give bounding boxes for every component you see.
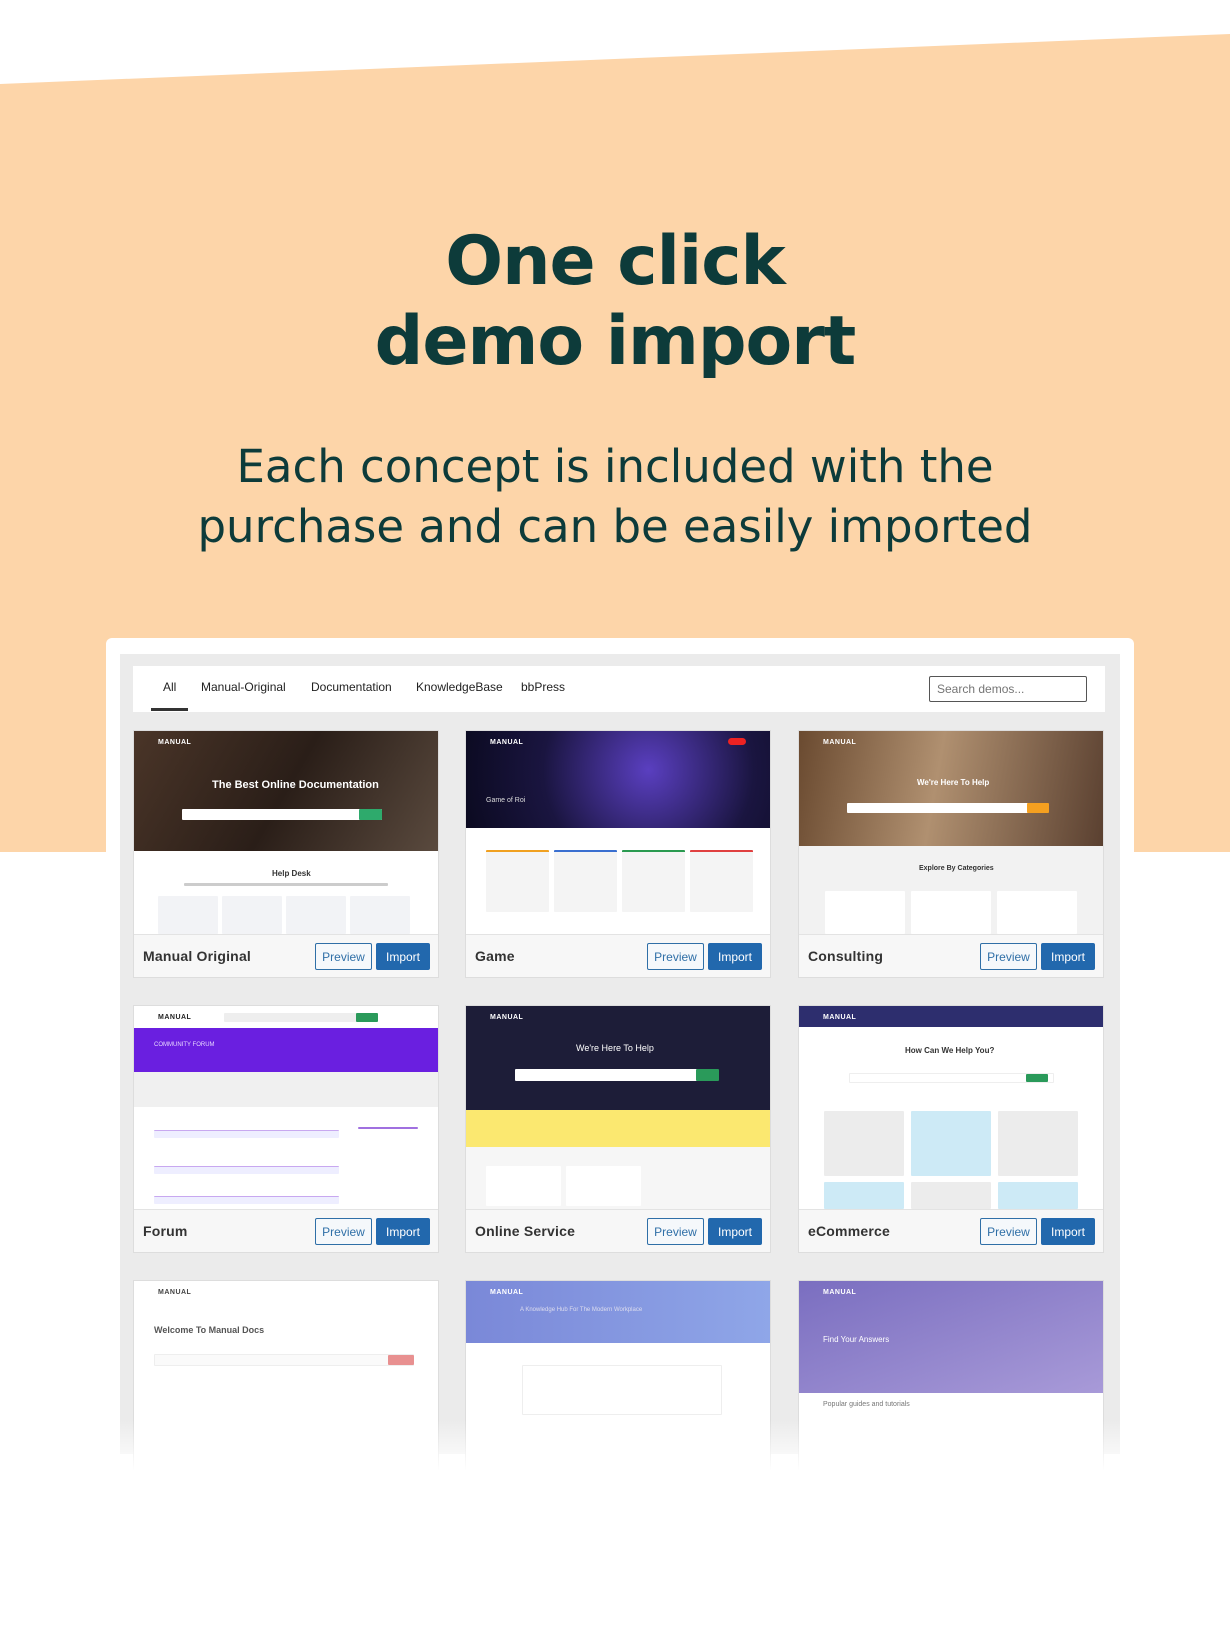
demo-card-consulting: MANUAL We're Here To Help Explore By Cat… [798,730,1104,978]
thumb-headline: Game of Roi [486,797,526,804]
hero-subtitle-line1: Each concept is included with the [236,440,994,493]
demo-thumbnail[interactable]: MANUAL We're Here To Help Explore By Cat… [799,731,1103,934]
thumb-headline: We're Here To Help [576,1043,654,1053]
thumb-headline: How Can We Help You? [905,1046,995,1055]
card-footer: eCommerce Preview Import [799,1209,1103,1253]
thumb-headline: The Best Online Documentation [212,779,379,791]
filter-tab-bar: All Manual-Original Documentation Knowle… [133,666,1105,712]
thumb-headline: COMMUNITY FORUM [154,1042,215,1048]
thumb-logo: MANUAL [158,1014,192,1021]
demo-thumbnail[interactable]: MANUAL The Best Online Documentation Hel… [134,731,438,934]
thumb-section: Explore By Categories [919,865,994,872]
bottom-whitespace [0,1470,1230,1640]
demo-thumbnail[interactable]: MANUAL How Can We Help You? [799,1006,1103,1209]
import-button[interactable]: Import [1041,943,1095,970]
thumb-headline: A Knowledge Hub For The Modern Workplace [520,1307,643,1313]
demo-name: Online Service [475,1223,576,1239]
card-footer: Online Service Preview Import [466,1209,770,1253]
hero-title-line1: One click [445,222,785,301]
demo-grid-area: All Manual-Original Documentation Knowle… [120,654,1120,1528]
demo-thumbnail[interactable]: MANUAL We're Here To Help [466,1006,770,1209]
thumb-section: Help Desk [272,869,311,878]
card-footer: Consulting Preview Import [799,934,1103,978]
demo-name: eCommerce [808,1223,890,1239]
thumb-headline: Find Your Answers [823,1335,890,1344]
demo-card-game: MANUAL Game of Roi Game Preview Import [465,730,771,978]
tab-manual-original[interactable]: Manual-Original [201,680,286,694]
thumb-headline: We're Here To Help [917,778,990,787]
demo-import-panel: All Manual-Original Documentation Knowle… [106,638,1134,1528]
tab-knowledgebase[interactable]: KnowledgeBase [416,680,503,694]
demo-card-manual-original: MANUAL The Best Online Documentation Hel… [133,730,439,978]
thumb-logo: MANUAL [158,739,192,746]
thumb-logo: MANUAL [823,739,857,746]
demo-name: Game [475,948,515,964]
demo-name: Forum [143,1223,188,1239]
preview-button[interactable]: Preview [980,943,1037,970]
demo-card-ecommerce: MANUAL How Can We Help You? eCommerce Pr… [798,1005,1104,1253]
preview-button[interactable]: Preview [647,1218,704,1245]
thumb-headline: Welcome To Manual Docs [154,1325,265,1335]
demo-thumbnail[interactable]: MANUAL COMMUNITY FORUM [134,1006,438,1209]
card-footer: Forum Preview Import [134,1209,438,1253]
search-demos-input[interactable] [929,676,1087,702]
thumb-logo: MANUAL [490,1289,524,1296]
import-button[interactable]: Import [376,1218,430,1245]
thumb-logo: MANUAL [158,1289,192,1296]
thumb-section: Popular guides and tutorials [823,1401,910,1408]
preview-button[interactable]: Preview [647,943,704,970]
import-button[interactable]: Import [376,943,430,970]
hero-subtitle-line2: purchase and can be easily imported [197,500,1033,553]
import-button[interactable]: Import [708,1218,762,1245]
thumb-logo: MANUAL [490,1014,524,1021]
demo-name: Manual Original [143,948,252,964]
tab-bbpress[interactable]: bbPress [521,680,565,694]
demo-name: Consulting [808,948,884,964]
demo-card-online-service: MANUAL We're Here To Help Online Service… [465,1005,771,1253]
tab-documentation[interactable]: Documentation [311,680,392,694]
preview-button[interactable]: Preview [315,1218,372,1245]
demo-card-forum: MANUAL COMMUNITY FORUM Forum Preview Imp… [133,1005,439,1253]
hero-title-line2: demo import [374,302,857,381]
preview-button[interactable]: Preview [315,943,372,970]
thumb-logo: MANUAL [490,739,524,746]
thumb-logo: MANUAL [823,1289,857,1296]
tab-all[interactable]: All [150,680,190,711]
card-footer: Manual Original Preview Import [134,934,438,978]
import-button[interactable]: Import [1041,1218,1095,1245]
thumb-logo: MANUAL [823,1014,857,1021]
preview-button[interactable]: Preview [980,1218,1037,1245]
card-footer: Game Preview Import [466,934,770,978]
import-button[interactable]: Import [708,943,762,970]
demo-thumbnail[interactable]: MANUAL Game of Roi [466,731,770,934]
